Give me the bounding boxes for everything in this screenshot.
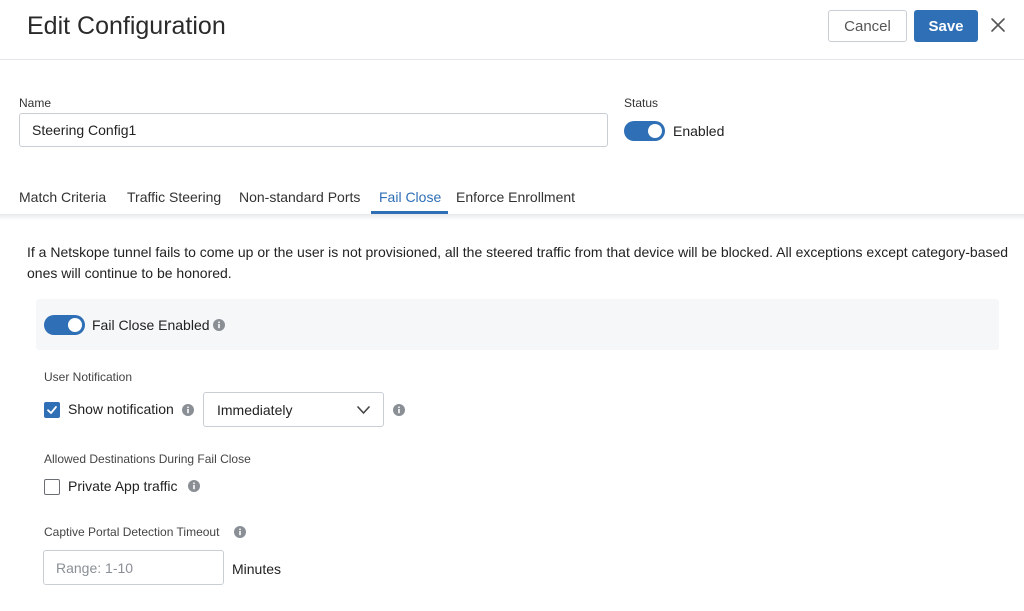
- name-input[interactable]: [19, 113, 608, 147]
- save-button[interactable]: Save: [914, 10, 978, 42]
- tab-enforce-enrollment[interactable]: Enforce Enrollment: [456, 189, 575, 217]
- private-app-checkbox[interactable]: [44, 479, 60, 495]
- fail-close-toggle[interactable]: [44, 315, 85, 335]
- tab-traffic-steering[interactable]: Traffic Steering: [127, 189, 221, 217]
- allowed-destinations-label: Allowed Destinations During Fail Close: [44, 452, 251, 466]
- tab-non-standard-ports[interactable]: Non-standard Ports: [239, 189, 360, 217]
- notification-timing-select[interactable]: Immediately: [203, 392, 384, 427]
- captive-portal-label: Captive Portal Detection Timeout: [44, 525, 220, 539]
- dialog-header: Edit Configuration Cancel Save: [0, 0, 1024, 60]
- info-icon[interactable]: [182, 404, 194, 416]
- show-notification-checkbox[interactable]: [44, 402, 60, 418]
- status-toggle[interactable]: [624, 121, 665, 141]
- status-value: Enabled: [673, 123, 725, 139]
- toggle-knob: [648, 124, 662, 138]
- info-icon[interactable]: [213, 319, 225, 331]
- show-notification-label: Show notification: [68, 401, 174, 417]
- tab-divider: [0, 214, 1024, 220]
- cancel-button[interactable]: Cancel: [828, 10, 907, 42]
- chevron-down-icon: [357, 406, 370, 414]
- info-icon[interactable]: [234, 526, 246, 538]
- user-notification-label: User Notification: [44, 370, 133, 384]
- close-icon[interactable]: [988, 15, 1008, 35]
- notification-timing-value: Immediately: [217, 402, 293, 418]
- check-icon: [47, 406, 57, 414]
- name-label: Name: [19, 96, 52, 110]
- info-icon[interactable]: [188, 480, 200, 492]
- timeout-unit: Minutes: [232, 561, 282, 577]
- fail-close-description: If a Netskope tunnel fails to come up or…: [27, 244, 1009, 281]
- timeout-input[interactable]: [43, 550, 224, 585]
- status-label: Status: [624, 96, 659, 110]
- tab-match-criteria[interactable]: Match Criteria: [19, 189, 106, 217]
- info-icon[interactable]: [393, 404, 405, 416]
- page-title: Edit Configuration: [27, 12, 226, 40]
- toggle-knob: [68, 318, 82, 332]
- fail-close-label: Fail Close Enabled: [92, 317, 210, 333]
- private-app-label: Private App traffic: [68, 478, 178, 494]
- tab-bar: Match Criteria Traffic Steering Non-stan…: [0, 186, 1024, 214]
